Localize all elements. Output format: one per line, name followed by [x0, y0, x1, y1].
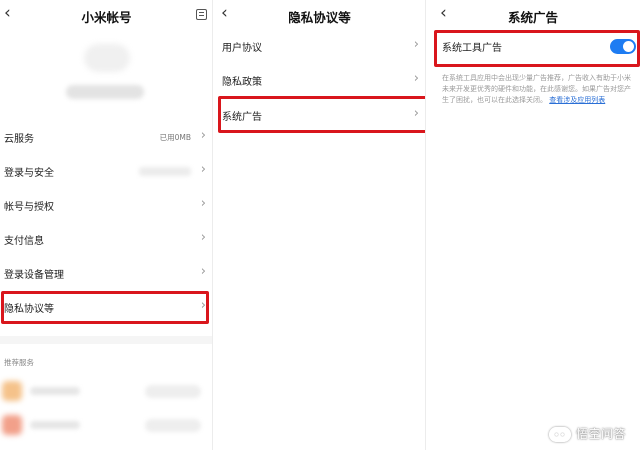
menu-item-login-security[interactable]: 登录与安全 ›: [0, 155, 213, 189]
affected-apps-link[interactable]: 查看涉及应用列表: [549, 96, 605, 104]
avatar[interactable]: [84, 44, 130, 72]
menu-item-label: 支付信息: [4, 236, 44, 247]
menu-item-account-authorization[interactable]: 帐号与授权 ›: [0, 189, 213, 223]
service-name-blurred: [30, 421, 80, 429]
service-name-blurred: [30, 387, 80, 395]
menu-item-label: 登录设备管理: [4, 270, 64, 281]
ads-description: 在系统工具应用中会出现少量广告推荐，广告收入有助于小米未来开发更优秀的硬件和功能…: [442, 73, 632, 106]
recommended-service-item[interactable]: [0, 412, 213, 440]
page-title: 小米帐号: [81, 10, 132, 25]
chevron-right-icon: ›: [413, 71, 419, 86]
menu-item-label: 登录与安全: [4, 168, 54, 179]
privacy-panel: ‹ 隐私协议等 用户协议 › 隐私政策 › 系统广告 ›: [213, 0, 430, 450]
menu-item-label: 云服务: [4, 134, 34, 145]
chevron-right-icon: ›: [413, 37, 419, 52]
privacy-topbar: ‹ 隐私协议等: [213, 0, 426, 30]
account-name-blurred: [66, 85, 144, 99]
highlight-box: [218, 96, 430, 133]
chevron-right-icon: ›: [200, 230, 206, 245]
ads-topbar: ‹ 系统广告: [426, 0, 640, 30]
highlight-box: [1, 291, 209, 324]
recommended-service-item[interactable]: [0, 378, 213, 406]
system-ads-panel: ‹ 系统广告 系统工具广告 在系统工具应用中会出现少量广告推荐，广告收入有助于小…: [426, 0, 640, 450]
menu-item-label: 用户协议: [222, 43, 262, 54]
service-app-icon: [2, 381, 22, 401]
service-action-button[interactable]: [145, 419, 201, 432]
menu-item-privacy-policy[interactable]: 隐私政策 ›: [213, 64, 426, 98]
menu-item-label: 帐号与授权: [4, 202, 54, 213]
account-topbar: ‹ 小米帐号: [0, 0, 213, 30]
menu-item-cloud-service[interactable]: 云服务 已用0MB ›: [0, 121, 213, 155]
menu-item-payment-info[interactable]: 支付信息 ›: [0, 223, 213, 257]
watermark-text: 悟空问答: [575, 427, 626, 441]
account-panel: ‹ 小米帐号 云服务 已用0MB › 登录与安全 › 帐号与授权 › 支付信息 …: [0, 0, 213, 450]
menu-item-label: 隐私政策: [222, 77, 262, 88]
chevron-right-icon: ›: [200, 128, 206, 143]
speech-bubble-icon: [548, 427, 571, 442]
menu-item-user-agreement[interactable]: 用户协议 ›: [213, 30, 426, 64]
cloud-storage-usage: 已用0MB: [159, 133, 191, 142]
page-title: 系统广告: [507, 10, 558, 25]
highlight-box: [434, 30, 640, 67]
service-action-button[interactable]: [145, 385, 201, 398]
chevron-right-icon: ›: [200, 264, 206, 279]
blurred-value: [139, 167, 191, 176]
section-divider: [0, 336, 213, 344]
chevron-right-icon: ›: [200, 196, 206, 211]
service-app-icon: [2, 415, 22, 435]
page-title: 隐私协议等: [288, 10, 351, 25]
menu-item-device-management[interactable]: 登录设备管理 ›: [0, 257, 213, 291]
chevron-right-icon: ›: [200, 162, 206, 177]
watermark: 悟空问答: [548, 425, 626, 442]
recommended-services-header: 推荐服务: [4, 358, 34, 367]
qr-menu-icon[interactable]: [196, 9, 207, 20]
